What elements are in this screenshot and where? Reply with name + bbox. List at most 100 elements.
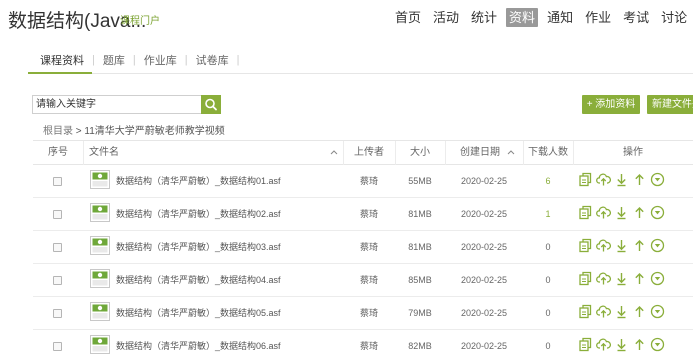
file-name-link[interactable]: 数据结构（清华严蔚敏）_数据结构01.asf <box>116 165 281 197</box>
file-name-link[interactable]: 数据结构（清华严蔚敏）_数据结构05.asf <box>116 297 281 329</box>
nav-homework[interactable]: 作业 <box>582 8 614 27</box>
row-size: 79MB <box>408 308 432 318</box>
breadcrumb-current: 11清华大学严蔚敏老师教学视频 <box>84 126 225 137</box>
more-circle-icon[interactable] <box>650 172 665 187</box>
tab-separator: | <box>184 54 188 66</box>
row-actions <box>578 271 665 286</box>
tab-separator: | <box>236 54 240 66</box>
table-row: 数据结构（清华严蔚敏）_数据结构05.asf 蔡琦 79MB 2020-02-2… <box>33 297 693 330</box>
row-size: 55MB <box>408 176 432 186</box>
more-circle-icon[interactable] <box>650 238 665 253</box>
more-circle-icon[interactable] <box>650 337 665 352</box>
nav-discussion[interactable]: 讨论 <box>658 8 690 27</box>
row-checkbox[interactable] <box>53 210 62 219</box>
row-actions <box>578 304 665 319</box>
header-divider <box>83 141 84 165</box>
nav-exam[interactable]: 考试 <box>620 8 652 27</box>
header-created[interactable]: 创建日期 <box>445 141 515 165</box>
upload-cloud-icon[interactable] <box>596 304 611 319</box>
move-up-icon[interactable] <box>632 304 647 319</box>
move-up-icon[interactable] <box>632 205 647 220</box>
download-icon[interactable] <box>614 172 629 187</box>
header-size: 大小 <box>410 147 430 158</box>
tab-question-bank[interactable]: 题库 <box>103 52 125 68</box>
course-portal-link[interactable]: 课程门户 <box>120 12 160 27</box>
row-checkbox[interactable] <box>53 243 62 252</box>
more-circle-icon[interactable] <box>650 271 665 286</box>
tab-homework-bank[interactable]: 作业库 <box>144 52 177 68</box>
move-up-icon[interactable] <box>632 271 647 286</box>
more-circle-icon[interactable] <box>650 205 665 220</box>
move-up-icon[interactable] <box>632 238 647 253</box>
file-name-link[interactable]: 数据结构（清华严蔚敏）_数据结构04.asf <box>116 264 281 296</box>
copy-icon[interactable] <box>578 337 593 352</box>
download-icon[interactable] <box>614 337 629 352</box>
upload-cloud-icon[interactable] <box>596 337 611 352</box>
tab-divider <box>28 73 693 74</box>
row-created: 2020-02-25 <box>460 275 508 285</box>
table-row: 数据结构（清华严蔚敏）_数据结构06.asf 蔡琦 82MB 2020-02-2… <box>33 330 693 357</box>
copy-icon[interactable] <box>578 205 593 220</box>
row-downloads: 6 <box>545 176 551 186</box>
row-created: 2020-02-25 <box>460 308 508 318</box>
search-icon <box>205 98 217 111</box>
tab-separator: | <box>92 54 95 66</box>
search-button[interactable] <box>201 95 221 114</box>
sort-caret-icon[interactable] <box>507 148 515 156</box>
file-name-link[interactable]: 数据结构（清华严蔚敏）_数据结构02.asf <box>116 198 281 230</box>
upload-cloud-icon[interactable] <box>596 271 611 286</box>
add-material-button[interactable]: + 添加资料 <box>582 95 640 114</box>
nav-home[interactable]: 首页 <box>392 8 424 27</box>
row-actions <box>578 337 665 352</box>
download-icon[interactable] <box>614 304 629 319</box>
copy-icon[interactable] <box>578 271 593 286</box>
new-folder-button[interactable]: 新建文件夹 <box>647 95 693 114</box>
nav-stats[interactable]: 统计 <box>468 8 500 27</box>
row-uploader: 蔡琦 <box>359 341 378 351</box>
header-actions: 操作 <box>623 147 643 158</box>
materials-table: 序号 文件名 上传者 大小 创建日期 下载人数 操作 数据结构（清华严蔚敏）_数… <box>33 140 693 357</box>
tab-paper-bank[interactable]: 试卷库 <box>196 52 229 68</box>
row-size: 85MB <box>408 275 432 285</box>
row-checkbox[interactable] <box>53 177 62 186</box>
row-checkbox[interactable] <box>53 276 62 285</box>
header-uploader: 上传者 <box>354 147 384 158</box>
row-size: 81MB <box>408 242 432 252</box>
nav-activity[interactable]: 活动 <box>430 8 462 27</box>
download-icon[interactable] <box>614 205 629 220</box>
download-icon[interactable] <box>614 271 629 286</box>
row-uploader: 蔡琦 <box>359 176 378 186</box>
row-actions <box>578 205 665 220</box>
row-created: 2020-02-25 <box>460 176 508 186</box>
sort-caret-icon[interactable] <box>330 148 338 156</box>
header-filename[interactable]: 文件名 <box>89 141 149 165</box>
upload-cloud-icon[interactable] <box>596 205 611 220</box>
tab-course-materials[interactable]: 课程资料 <box>40 52 84 68</box>
more-circle-icon[interactable] <box>650 304 665 319</box>
move-up-icon[interactable] <box>632 337 647 352</box>
breadcrumb-root[interactable]: 根目录 <box>43 126 73 137</box>
row-uploader: 蔡琦 <box>359 209 378 219</box>
search-box <box>32 95 202 114</box>
move-up-icon[interactable] <box>632 172 647 187</box>
row-downloads: 0 <box>545 275 551 285</box>
nav-notice[interactable]: 通知 <box>544 8 576 27</box>
file-name-link[interactable]: 数据结构（清华严蔚敏）_数据结构03.asf <box>116 231 281 263</box>
row-checkbox[interactable] <box>53 309 62 318</box>
row-checkbox[interactable] <box>53 342 62 351</box>
main-nav: 首页 活动 统计 资料 通知 作业 考试 讨论 <box>392 8 693 27</box>
header-downloads: 下载人数 <box>528 147 568 158</box>
video-file-icon <box>90 302 110 321</box>
row-downloads: 0 <box>545 341 551 351</box>
download-icon[interactable] <box>614 238 629 253</box>
copy-icon[interactable] <box>578 304 593 319</box>
upload-cloud-icon[interactable] <box>596 172 611 187</box>
file-name-link[interactable]: 数据结构（清华严蔚敏）_数据结构06.asf <box>116 330 281 357</box>
search-input[interactable] <box>33 96 201 113</box>
copy-icon[interactable] <box>578 172 593 187</box>
upload-cloud-icon[interactable] <box>596 238 611 253</box>
video-file-icon <box>90 269 110 288</box>
row-actions <box>578 238 665 253</box>
copy-icon[interactable] <box>578 238 593 253</box>
nav-materials[interactable]: 资料 <box>506 8 539 27</box>
